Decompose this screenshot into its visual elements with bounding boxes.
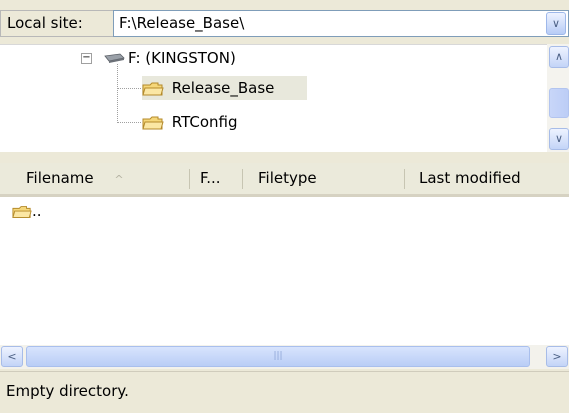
- chevron-down-icon: ∨: [551, 17, 561, 30]
- tree-connector: [117, 122, 141, 123]
- file-list-horizontal-scrollbar[interactable]: < ||| >: [0, 345, 569, 369]
- column-header-filename[interactable]: Filename ^: [26, 163, 176, 194]
- tree-item-label: RTConfig: [171, 113, 238, 131]
- sort-ascending-icon: ^: [114, 173, 124, 186]
- column-label: Last modified: [419, 169, 521, 187]
- local-site-path-text: F:\Release_Base\: [119, 14, 245, 32]
- list-item-label: ..: [32, 202, 42, 220]
- local-site-label: Local site:: [0, 10, 113, 37]
- chevron-left-icon: <: [7, 350, 17, 363]
- chevron-up-icon: ∧: [554, 50, 564, 63]
- tree-item-drive[interactable]: F: (KINGSTON): [128, 46, 236, 70]
- column-divider[interactable]: [189, 169, 190, 189]
- tree-item-release-base[interactable]: Release_Base: [142, 76, 274, 100]
- scroll-thumb[interactable]: [549, 88, 569, 118]
- folder-icon: [142, 116, 164, 129]
- chevron-right-icon: >: [552, 350, 562, 363]
- minus-box-icon[interactable]: −: [81, 53, 92, 64]
- scroll-right-button[interactable]: >: [546, 346, 568, 367]
- grip-icon: |||: [273, 351, 283, 361]
- scroll-down-button[interactable]: ∨: [549, 128, 569, 150]
- column-divider[interactable]: [242, 169, 243, 189]
- column-header-filesize[interactable]: F...: [200, 163, 240, 194]
- tree-vertical-scrollbar[interactable]: ∧ ∨: [547, 44, 569, 152]
- folder-icon: [12, 205, 32, 218]
- local-site-bar: Local site: F:\Release_Base\ ∨: [0, 0, 569, 44]
- local-site-path-input[interactable]: F:\Release_Base\ ∨: [113, 10, 569, 37]
- status-text: Empty directory.: [6, 382, 129, 400]
- tree-connector: [117, 64, 118, 123]
- tree-connector: [117, 88, 141, 89]
- list-item[interactable]: ..: [12, 202, 42, 224]
- file-list[interactable]: ..: [0, 197, 569, 345]
- chevron-down-icon: ∨: [554, 132, 564, 145]
- scroll-left-button[interactable]: <: [1, 346, 23, 367]
- tree-item-rtconfig[interactable]: RTConfig: [142, 110, 238, 134]
- column-label: F...: [200, 169, 221, 187]
- column-header-last-modified[interactable]: Last modified: [419, 163, 567, 194]
- column-label: Filename: [26, 169, 94, 187]
- scroll-thumb[interactable]: |||: [26, 346, 530, 367]
- column-header-filetype[interactable]: Filetype: [258, 163, 398, 194]
- file-list-header: Filename ^ F... Filetype Last modified: [0, 163, 569, 197]
- folder-icon: [142, 82, 164, 95]
- column-label: Filetype: [258, 169, 317, 187]
- tree-item-label: Release_Base: [171, 79, 275, 97]
- column-divider[interactable]: [404, 169, 405, 189]
- path-dropdown-button[interactable]: ∨: [546, 12, 566, 35]
- scroll-up-button[interactable]: ∧: [549, 46, 569, 68]
- drive-icon: [104, 53, 125, 63]
- status-bar: Empty directory.: [0, 371, 569, 413]
- tree-drive-label: F: (KINGSTON): [128, 49, 236, 67]
- pane-splitter[interactable]: [0, 152, 569, 163]
